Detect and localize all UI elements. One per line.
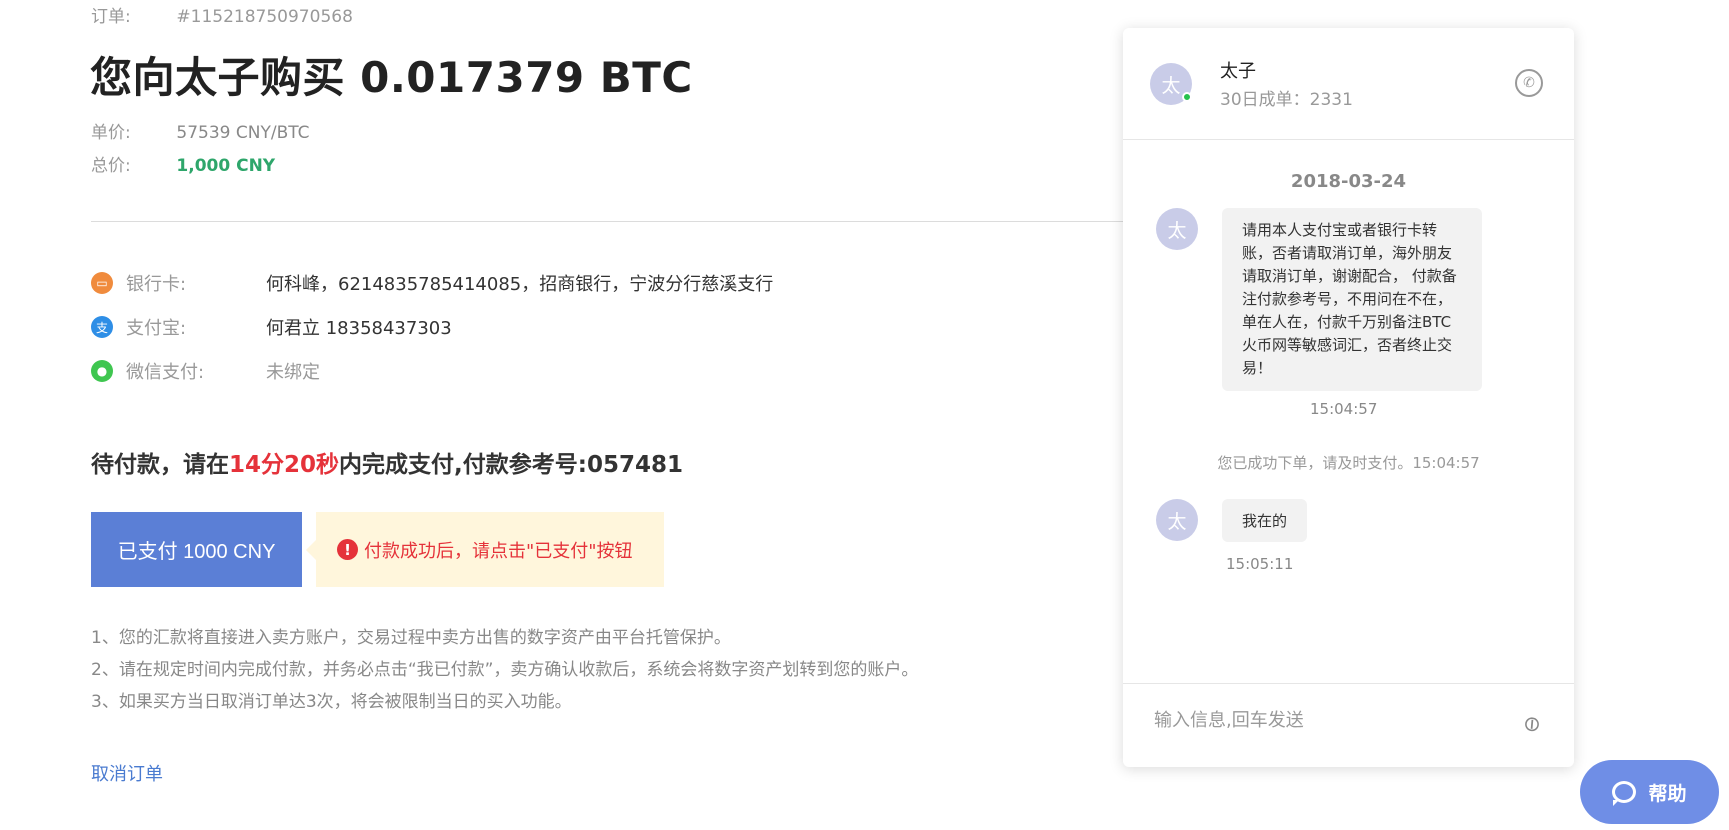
cancel-order-link[interactable]: 取消订单 <box>91 760 163 786</box>
chat-input-bar: ⊘ <box>1123 683 1574 767</box>
tip-text: 付款成功后，请点击"已支付"按钮 <box>364 540 633 562</box>
chat-header: 太 太子 30日成单：2331 ✆ <box>1123 28 1574 140</box>
payment-method-value: 未绑定 <box>266 362 320 383</box>
help-label: 帮助 <box>1648 783 1687 805</box>
countdown-suffix: 内完成支付,付款参考号:057481 <box>339 452 683 478</box>
chat-bubble-icon <box>1612 781 1637 806</box>
payment-method-label: 微信支付: <box>126 362 205 383</box>
avatar-initial: 太 <box>1167 510 1187 533</box>
note-item: 1、您的汇款将直接进入卖方账户，交易过程中卖方出售的数字资产由平台托管保护。 <box>91 628 731 648</box>
system-message: 您已成功下单，请及时支付。15:04:57 <box>1217 454 1480 472</box>
countdown-prefix: 待付款，请在 <box>91 452 229 478</box>
alipay-icon: 支 <box>91 316 113 338</box>
total-price-label: 总价: <box>91 156 131 176</box>
total-price-value: 1,000 CNY <box>176 156 276 176</box>
payment-method-wechat: ● 微信支付: 未绑定 <box>91 359 320 383</box>
order-id-row: 订单: #115218750970568 <box>91 2 353 27</box>
wechat-icon: ● <box>91 360 113 382</box>
payment-method-label: 支付宝: <box>126 318 187 339</box>
payment-method-value: 何君立 18358437303 <box>266 318 452 339</box>
payment-tip: ! 付款成功后，请点击"已支付"按钮 <box>306 512 664 587</box>
avatar-initial: 太 <box>1167 219 1187 242</box>
note-item: 2、请在规定时间内完成付款，并务必点击“我已付款”，卖方确认收款后，系统会将数字… <box>91 660 919 680</box>
help-button[interactable]: 帮助 <box>1580 760 1719 824</box>
order-id-value: #115218750970568 <box>176 7 353 27</box>
message-time: 15:04:57 <box>1310 400 1378 418</box>
notes-list: 1、您的汇款将直接进入卖方账户，交易过程中卖方出售的数字资产由平台托管保护。 2… <box>91 622 918 718</box>
total-price-row: 总价: 1,000 CNY <box>91 151 275 176</box>
chat-panel: 太 太子 30日成单：2331 ✆ 2018-03-24 太 请用本人支付宝或者… <box>1123 28 1574 767</box>
peer-avatar[interactable]: 太 <box>1150 63 1192 105</box>
warning-icon: ! <box>337 539 358 560</box>
attachment-icon[interactable]: ⊘ <box>1517 709 1546 739</box>
unit-price-value: 57539 CNY/BTC <box>176 123 310 143</box>
bank-card-icon: ▭ <box>91 272 113 294</box>
online-status-dot <box>1182 92 1192 102</box>
payment-method-label: 银行卡: <box>126 274 187 295</box>
section-divider <box>91 221 1126 222</box>
countdown-time: 14分20秒 <box>229 452 340 478</box>
peer-name: 太子 <box>1220 61 1256 82</box>
unit-price-row: 单价: 57539 CNY/BTC <box>91 118 310 143</box>
message-time: 15:05:11 <box>1226 555 1294 573</box>
chat-message-input[interactable] <box>1154 710 1514 731</box>
peer-stat: 30日成单：2331 <box>1220 90 1353 110</box>
note-item: 3、如果买方当日取消订单达3次，将会被限制当日的买入功能。 <box>91 692 572 712</box>
message-bubble: 我在的 <box>1222 499 1308 542</box>
message-bubble: 请用本人支付宝或者银行卡转账，否者请取消订单，海外朋友请取消订单，谢谢配合， 付… <box>1222 208 1482 391</box>
payment-countdown: 待付款，请在14分20秒内完成支付,付款参考号:057481 <box>91 445 683 479</box>
page-title: 您向太子购买 0.017379 BTC <box>90 53 693 102</box>
payment-method-bank: ▭ 银行卡: 何科峰，6214835785414085，招商银行，宁波分行慈溪支… <box>91 271 773 295</box>
order-id-label: 订单: <box>91 7 131 27</box>
phone-icon[interactable]: ✆ <box>1515 69 1543 97</box>
chat-date: 2018-03-24 <box>1290 171 1407 192</box>
message-avatar: 太 <box>1156 499 1198 541</box>
paid-button[interactable]: 已支付 1000 CNY <box>91 512 302 587</box>
avatar-initial: 太 <box>1161 74 1181 97</box>
payment-method-value: 何科峰，6214835785414085，招商银行，宁波分行慈溪支行 <box>266 274 774 295</box>
unit-price-label: 单价: <box>91 123 131 143</box>
message-avatar: 太 <box>1156 208 1198 250</box>
payment-method-alipay: 支 支付宝: 何君立 18358437303 <box>91 315 452 339</box>
